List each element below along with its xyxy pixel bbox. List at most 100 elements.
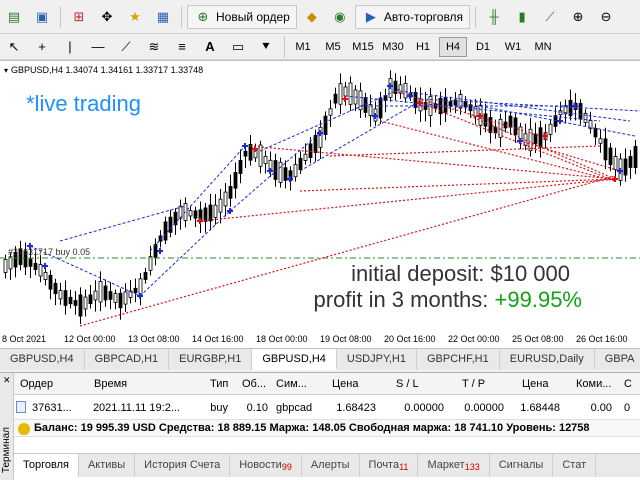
fibo-icon: ≡: [178, 39, 186, 54]
candle-body: [278, 161, 283, 183]
chart-symbol-icon: ▾: [4, 65, 9, 75]
text-icon: A: [205, 39, 215, 54]
chart-tab[interactable]: GBPCAD,H1: [85, 349, 170, 370]
signals-button[interactable]: ◉: [327, 5, 353, 29]
new-chart-button[interactable]: ▤: [1, 5, 27, 29]
new-chart-icon: ▤: [7, 9, 21, 24]
candle-body: [633, 146, 638, 168]
close-icon[interactable]: ✕: [3, 375, 11, 386]
x-tick-label: 19 Oct 08:00: [320, 334, 372, 344]
profiles-button[interactable]: ▣: [29, 5, 55, 29]
shapes-dropdown[interactable]: ⯆: [253, 35, 279, 59]
timeframe-m1[interactable]: M1: [289, 37, 317, 57]
channel-button[interactable]: ≋: [141, 35, 167, 59]
terminal-tab[interactable]: Новости99: [230, 454, 302, 477]
candle-body: [133, 287, 138, 294]
chart-tab[interactable]: GBPCHF,H1: [417, 349, 500, 370]
zoom-in-button[interactable]: ⊕: [565, 5, 591, 29]
label-button[interactable]: ▭: [225, 35, 251, 59]
terminal-tab[interactable]: Сигналы: [490, 454, 554, 477]
market-watch-icon: ▦: [156, 9, 170, 24]
candle-body: [358, 90, 363, 111]
horizontal-line-icon: —: [91, 39, 105, 54]
vertical-line-button[interactable]: |: [57, 35, 83, 59]
candle-body: [163, 221, 168, 241]
chart-tab[interactable]: GBPA: [595, 349, 640, 370]
horizontal-line-button[interactable]: —: [85, 35, 111, 59]
terminal-tab[interactable]: Активы: [79, 454, 136, 477]
column-header[interactable]: Тип: [210, 378, 228, 390]
column-header[interactable]: С: [624, 378, 632, 390]
candle-body: [48, 274, 53, 290]
terminal-tab-label: Активы: [87, 459, 126, 471]
candle-body: [223, 191, 228, 207]
crosshair-move-button[interactable]: ✥: [94, 5, 120, 29]
terminal-tab[interactable]: Маркет133: [418, 454, 490, 477]
chart-tab[interactable]: GBPUSD,H4: [252, 349, 337, 370]
chart-tab[interactable]: EURUSD,Daily: [500, 349, 595, 370]
timeframe-w1[interactable]: W1: [499, 37, 527, 57]
terminal-tab-label: История Счета: [144, 459, 221, 471]
buy-trade-line: [344, 95, 601, 122]
column-header[interactable]: Цена: [522, 378, 548, 390]
trade-label: #37631717 buy 0.05: [8, 247, 91, 257]
market-watch-button[interactable]: ▦: [150, 5, 176, 29]
column-header[interactable]: Коми...: [576, 378, 611, 390]
metaeditor-button[interactable]: ◆: [299, 5, 325, 29]
sell-trade-line: [379, 120, 616, 182]
timeframe-h1[interactable]: H1: [409, 37, 437, 57]
buy-trade-line: [259, 88, 401, 152]
cursor-button[interactable]: ↖: [1, 35, 27, 59]
candle-body: [248, 144, 253, 161]
candle-body: [218, 198, 223, 213]
trendline-button[interactable]: ⟋: [113, 35, 139, 59]
crosshair-button[interactable]: +: [29, 35, 55, 59]
terminal-tab[interactable]: Стат: [553, 454, 597, 477]
line-chart-button[interactable]: ⟋: [537, 5, 563, 29]
column-header[interactable]: Цена: [332, 378, 358, 390]
column-header[interactable]: Сим...: [276, 378, 307, 390]
chart-tab[interactable]: USDJPY,H1: [337, 349, 417, 370]
new-order-button[interactable]: ⊕ Новый ордер: [187, 4, 297, 29]
candle-body: [513, 117, 518, 136]
candle-body: [103, 285, 108, 301]
x-tick-label: 25 Oct 08:00: [512, 334, 564, 344]
candle-body: [603, 138, 608, 161]
autotrade-button[interactable]: ▶ Авто-торговля: [354, 4, 471, 29]
terminal-tab[interactable]: Алерты: [302, 454, 360, 477]
chart-tab[interactable]: EURGBP,H1: [169, 349, 253, 370]
timeframe-h4[interactable]: H4: [439, 36, 467, 57]
column-header[interactable]: S / L: [396, 378, 419, 390]
account-summary-text: Баланс: 19 995.39 USD Средства: 18 889.1…: [34, 422, 590, 434]
price-chart[interactable]: ▾ GBPUSD,H4 1.34074 1.34161 1.33717 1.33…: [0, 60, 640, 349]
bar-chart-button[interactable]: ╫: [481, 5, 507, 29]
timeframe-m30[interactable]: M30: [379, 37, 407, 57]
column-header[interactable]: Ордер: [20, 378, 53, 390]
column-header[interactable]: Об...: [242, 378, 266, 390]
terminal-tab-label: Алерты: [310, 459, 350, 471]
table-row[interactable]: 37631... 2021.11.11 19:2... buy 0.10 gbpcad 1…: [14, 397, 640, 417]
terminal-tab[interactable]: Торговля: [14, 454, 79, 477]
chart-tab[interactable]: GBPUSD,H4: [0, 349, 85, 370]
candles-icon: ▮: [518, 9, 526, 24]
zoom-out-button[interactable]: ⊖: [593, 5, 619, 29]
terminal-tab[interactable]: История Счета: [135, 454, 231, 477]
terminal-tab[interactable]: Почта11: [360, 454, 419, 477]
add-indicator-button[interactable]: ⊞: [66, 5, 92, 29]
column-header[interactable]: T / P: [462, 378, 485, 390]
column-header[interactable]: Время: [94, 378, 127, 390]
timeframe-m5[interactable]: M5: [319, 37, 347, 57]
metaeditor-icon: ◆: [306, 9, 317, 24]
timeframe-d1[interactable]: D1: [469, 37, 497, 57]
candles-button[interactable]: ▮: [509, 5, 535, 29]
timeframe-m15[interactable]: M15: [349, 37, 377, 57]
fibo-button[interactable]: ≡: [169, 35, 195, 59]
x-tick-label: 20 Oct 16:00: [384, 334, 436, 344]
folder-button[interactable]: ★: [122, 5, 148, 29]
terminal-tabs: Торговля Активы История Счета Новости99 Алер…: [14, 453, 640, 477]
timeframe-mn[interactable]: MN: [529, 37, 557, 57]
candle-body: [38, 264, 43, 277]
text-button[interactable]: A: [197, 35, 223, 59]
x-tick-label: 18 Oct 00:00: [256, 334, 308, 344]
x-tick-label: 14 Oct 16:00: [192, 334, 244, 344]
